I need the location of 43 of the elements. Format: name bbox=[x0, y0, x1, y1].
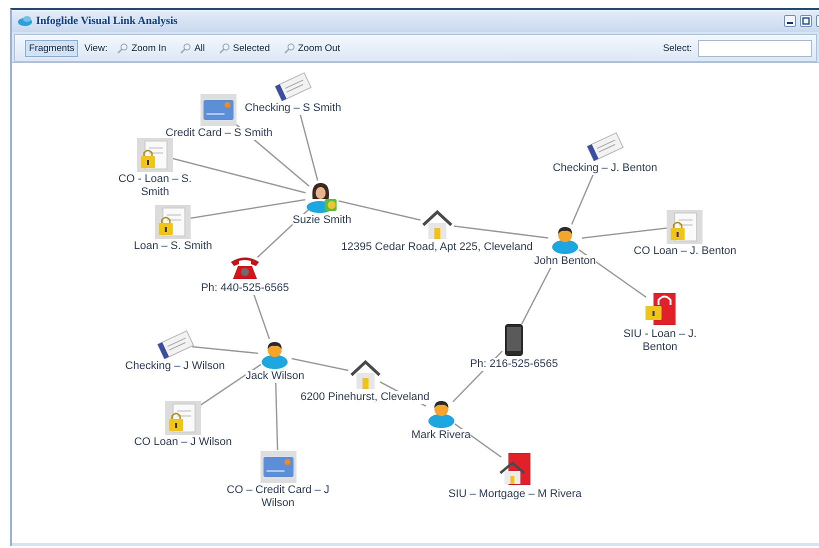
minimize-button[interactable] bbox=[784, 15, 796, 27]
document-lock-icon[interactable] bbox=[137, 138, 173, 172]
woman-icon[interactable] bbox=[305, 181, 339, 213]
node-label: Ph: 440-525-6565 bbox=[200, 282, 290, 295]
select-field[interactable] bbox=[698, 40, 812, 56]
magnifier-icon bbox=[180, 42, 192, 54]
node-label: Ph: 216-525-6565 bbox=[470, 358, 558, 371]
maximize-icon bbox=[802, 17, 810, 25]
document-lock-icon[interactable] bbox=[667, 210, 703, 244]
close-button[interactable] bbox=[816, 15, 819, 27]
view-button[interactable]: Zoom Out bbox=[280, 40, 344, 56]
node-label: 6200 Pinehurst, Cleveland bbox=[300, 391, 430, 404]
node-label: Checking – S Smith bbox=[244, 102, 342, 115]
node-label: Checking – J. Benton bbox=[552, 162, 658, 175]
node-label: Checking – J Wilson bbox=[125, 360, 225, 373]
flagged-document-house-icon[interactable] bbox=[498, 451, 532, 487]
node-label: Jack Wilson bbox=[246, 370, 304, 383]
flagged-document-lock-icon[interactable] bbox=[643, 291, 677, 327]
link-line bbox=[192, 346, 258, 354]
node-label: Credit Card – S Smith bbox=[166, 127, 272, 140]
house-icon[interactable] bbox=[420, 208, 454, 240]
magnifier-icon bbox=[284, 42, 295, 54]
smartphone-icon[interactable] bbox=[503, 323, 525, 357]
app-logo-icon bbox=[18, 16, 32, 26]
node-label: SIU – Mortgage – M Rivera bbox=[448, 488, 582, 501]
magnifier-icon bbox=[117, 42, 128, 54]
view-button[interactable]: All bbox=[176, 40, 209, 56]
view-button[interactable]: Zoom In bbox=[113, 40, 170, 56]
document-lock-icon[interactable] bbox=[155, 205, 191, 239]
node-label: Suzie Smith bbox=[292, 214, 352, 227]
window-title: Infoglide Visual Link Analysis bbox=[36, 15, 178, 27]
node-label: 12395 Cedar Road, Apt 225, Cleveland bbox=[341, 241, 533, 254]
link-line bbox=[291, 358, 349, 372]
view-button[interactable]: Selected bbox=[214, 40, 274, 56]
document-lock-icon[interactable] bbox=[165, 401, 201, 435]
maximize-button[interactable] bbox=[800, 15, 812, 27]
magnifier-icon bbox=[218, 42, 230, 54]
house-icon[interactable] bbox=[348, 358, 382, 390]
fragments-button[interactable]: Fragments bbox=[25, 40, 78, 56]
person-icon[interactable] bbox=[549, 224, 581, 254]
select-label: Select: bbox=[662, 42, 692, 54]
view-label: View: bbox=[84, 42, 108, 54]
node-label: John Benton bbox=[534, 255, 596, 268]
